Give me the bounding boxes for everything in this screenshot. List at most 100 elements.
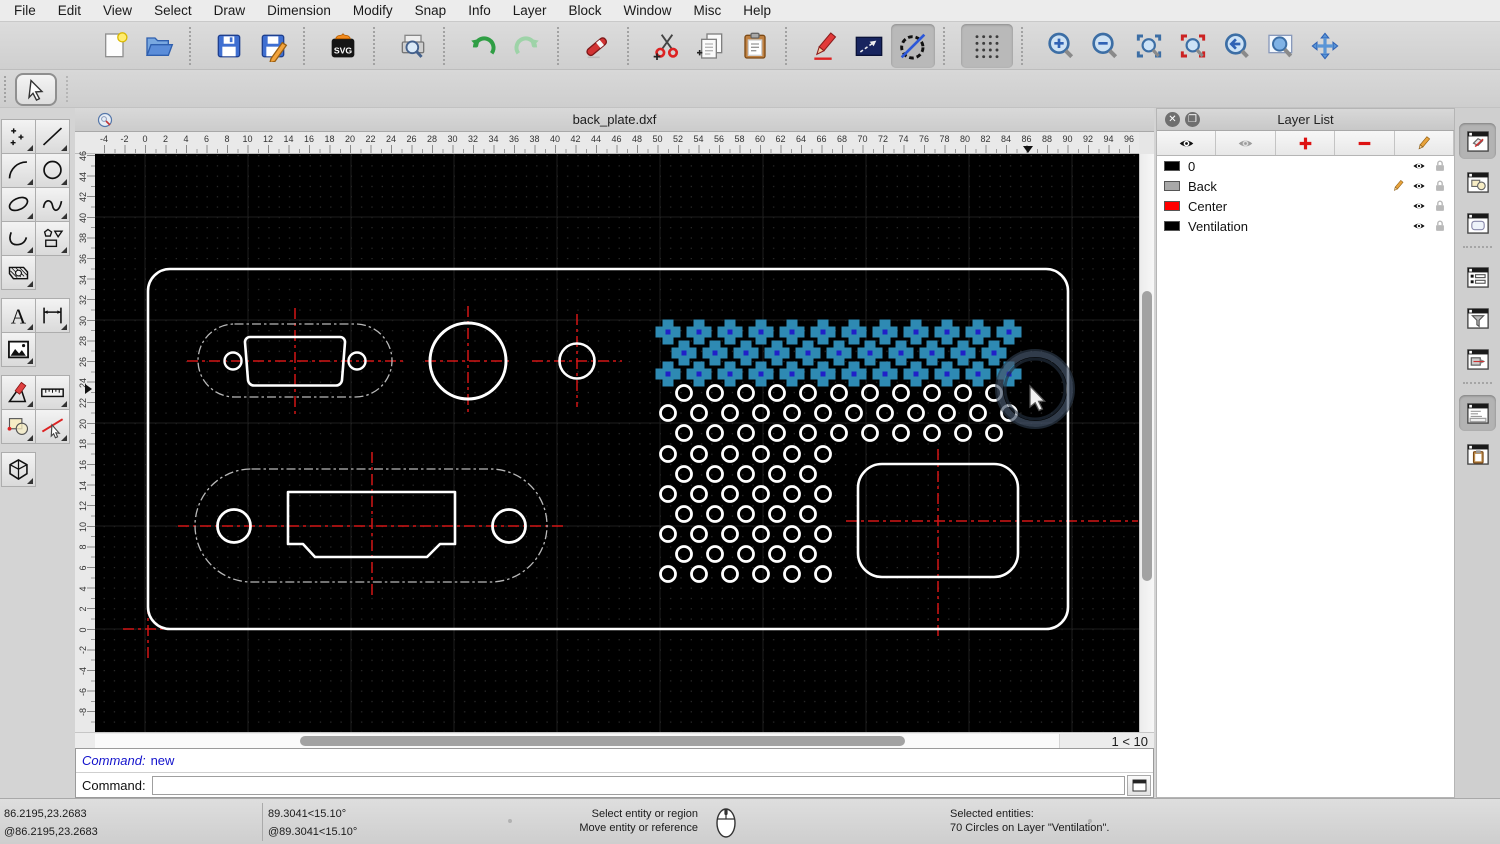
menu-file[interactable]: File bbox=[14, 3, 36, 18]
measure-tool-button[interactable] bbox=[35, 375, 70, 410]
image-tool-button[interactable] bbox=[1, 332, 36, 367]
menu-block[interactable]: Block bbox=[569, 3, 602, 18]
points-tool-button[interactable] bbox=[1, 119, 36, 154]
line-tool-button[interactable] bbox=[35, 119, 70, 154]
command-options-button[interactable] bbox=[1127, 774, 1151, 796]
layer-row-center[interactable]: Center bbox=[1157, 196, 1454, 216]
save-document-button[interactable] bbox=[207, 24, 251, 68]
selection-filter-dock-button[interactable] bbox=[1459, 300, 1496, 336]
hatch-tool-button[interactable] bbox=[1, 255, 36, 290]
menu-select[interactable]: Select bbox=[154, 3, 192, 18]
menu-view[interactable]: View bbox=[103, 3, 132, 18]
horizontal-scrollbar[interactable] bbox=[95, 734, 1060, 748]
remove-layer-button[interactable] bbox=[1335, 131, 1395, 155]
polyline-tool-button[interactable] bbox=[1, 221, 36, 256]
menu-draw[interactable]: Draw bbox=[214, 3, 246, 18]
toolbar-drag-handle[interactable] bbox=[4, 76, 7, 102]
eyegray-icon bbox=[1238, 140, 1253, 146]
shapes-tool-button[interactable] bbox=[35, 221, 70, 256]
ellipse-tool-button[interactable] bbox=[1, 187, 36, 222]
dimension-tool-button[interactable] bbox=[35, 298, 70, 333]
view-toolbox-dock-button[interactable] bbox=[1459, 341, 1496, 377]
block-tool-button[interactable] bbox=[1, 409, 36, 444]
vertical-scrollbar-thumb[interactable] bbox=[1142, 291, 1152, 581]
zoom-window-button[interactable] bbox=[1259, 24, 1303, 68]
zoom-previous-button[interactable] bbox=[1215, 24, 1259, 68]
layer-list-dock-button[interactable] bbox=[1459, 123, 1496, 159]
v-ruler-label: 44 bbox=[78, 171, 88, 182]
circle-tool-button[interactable] bbox=[35, 153, 70, 188]
layer-panel-titlebar[interactable]: ✕ ❐ Layer List bbox=[1157, 109, 1454, 131]
library-browser-dock-button[interactable] bbox=[1459, 205, 1496, 241]
redo-button[interactable] bbox=[505, 24, 549, 68]
right-dock-toolbar bbox=[1455, 108, 1500, 798]
horizontal-scrollbar-thumb[interactable] bbox=[300, 736, 905, 746]
h-ruler-label: 76 bbox=[918, 134, 930, 144]
cut-button[interactable] bbox=[645, 24, 689, 68]
menu-dimension[interactable]: Dimension bbox=[267, 3, 331, 18]
solid-tool-button[interactable] bbox=[1, 452, 36, 487]
menu-edit[interactable]: Edit bbox=[58, 3, 81, 18]
svg-export-button[interactable]: SVG bbox=[321, 24, 365, 68]
zoom-pan-button[interactable] bbox=[1303, 24, 1347, 68]
arc-tool-button[interactable] bbox=[1, 153, 36, 188]
spline-tool-button[interactable] bbox=[35, 187, 70, 222]
new-document-button[interactable] bbox=[93, 24, 137, 68]
paste-button[interactable] bbox=[733, 24, 777, 68]
cad-tools-tool-button[interactable] bbox=[1, 375, 36, 410]
layer-color-swatch[interactable] bbox=[1164, 221, 1180, 231]
open-document-button[interactable] bbox=[137, 24, 181, 68]
edit-layer-button[interactable] bbox=[1394, 131, 1455, 155]
v-ruler-label: -8 bbox=[78, 708, 88, 717]
copy-button[interactable] bbox=[689, 24, 733, 68]
drawing-canvas[interactable] bbox=[95, 154, 1139, 732]
h-ruler-label: 48 bbox=[631, 134, 643, 144]
selection-arrow-tool-button[interactable] bbox=[15, 73, 57, 106]
submenu-corner bbox=[27, 324, 33, 330]
grid-toggle-button[interactable] bbox=[961, 23, 1013, 68]
zoom-selection-button[interactable] bbox=[1171, 24, 1215, 68]
command-input[interactable] bbox=[151, 775, 1125, 795]
zoomsel-icon bbox=[1180, 34, 1206, 57]
layer-row-0[interactable]: 0 bbox=[1157, 156, 1454, 176]
delete-erase-button[interactable] bbox=[575, 24, 619, 68]
menu-help[interactable]: Help bbox=[743, 3, 771, 18]
save-as-button[interactable] bbox=[251, 24, 295, 68]
command-line-dock-button[interactable] bbox=[1459, 395, 1496, 431]
zoom-out-button[interactable] bbox=[1083, 24, 1127, 68]
menu-modify[interactable]: Modify bbox=[353, 3, 393, 18]
vertical-scrollbar[interactable] bbox=[1139, 154, 1154, 732]
layer-row-ventilation[interactable]: Ventilation bbox=[1157, 216, 1454, 236]
draw-pen-button[interactable] bbox=[803, 24, 847, 68]
tool-options-bar bbox=[0, 70, 1500, 108]
block-list-dock-button[interactable] bbox=[1459, 164, 1496, 200]
text-tool-button[interactable]: A bbox=[1, 298, 36, 333]
add-layer-button[interactable] bbox=[1275, 131, 1336, 155]
hide-all-layers-button[interactable] bbox=[1216, 131, 1276, 155]
layer-visibility-icon bbox=[1413, 223, 1425, 229]
layer-color-swatch[interactable] bbox=[1164, 181, 1180, 191]
cad-drawing[interactable] bbox=[95, 154, 1139, 732]
layer-color-swatch[interactable] bbox=[1164, 201, 1180, 211]
selection-mode-button[interactable] bbox=[847, 24, 891, 68]
property-editor-dock-button[interactable] bbox=[1459, 259, 1496, 295]
menu-snap[interactable]: Snap bbox=[415, 3, 447, 18]
print-preview-button[interactable] bbox=[391, 24, 435, 68]
paste-icon bbox=[744, 32, 766, 59]
modify-tool-button[interactable] bbox=[35, 409, 70, 444]
menu-window[interactable]: Window bbox=[624, 3, 672, 18]
show-all-layers-button[interactable] bbox=[1157, 131, 1217, 155]
zoom-in-button[interactable] bbox=[1039, 24, 1083, 68]
menu-misc[interactable]: Misc bbox=[694, 3, 722, 18]
menu-info[interactable]: Info bbox=[468, 3, 491, 18]
restrict-orthogonal-off-button[interactable] bbox=[891, 23, 935, 68]
layer-color-swatch[interactable] bbox=[1164, 161, 1180, 171]
relative-coordinates: @86.2195,23.2683 bbox=[4, 826, 98, 838]
undo-button[interactable] bbox=[461, 24, 505, 68]
layer-row-back[interactable]: Back bbox=[1157, 176, 1454, 196]
statusbar-grip bbox=[508, 819, 512, 823]
zoom-auto-button[interactable] bbox=[1127, 24, 1171, 68]
clipboard-panel-dock-button[interactable] bbox=[1459, 436, 1496, 472]
menu-layer[interactable]: Layer bbox=[513, 3, 547, 18]
toolbar-drag-handle[interactable] bbox=[66, 76, 69, 102]
